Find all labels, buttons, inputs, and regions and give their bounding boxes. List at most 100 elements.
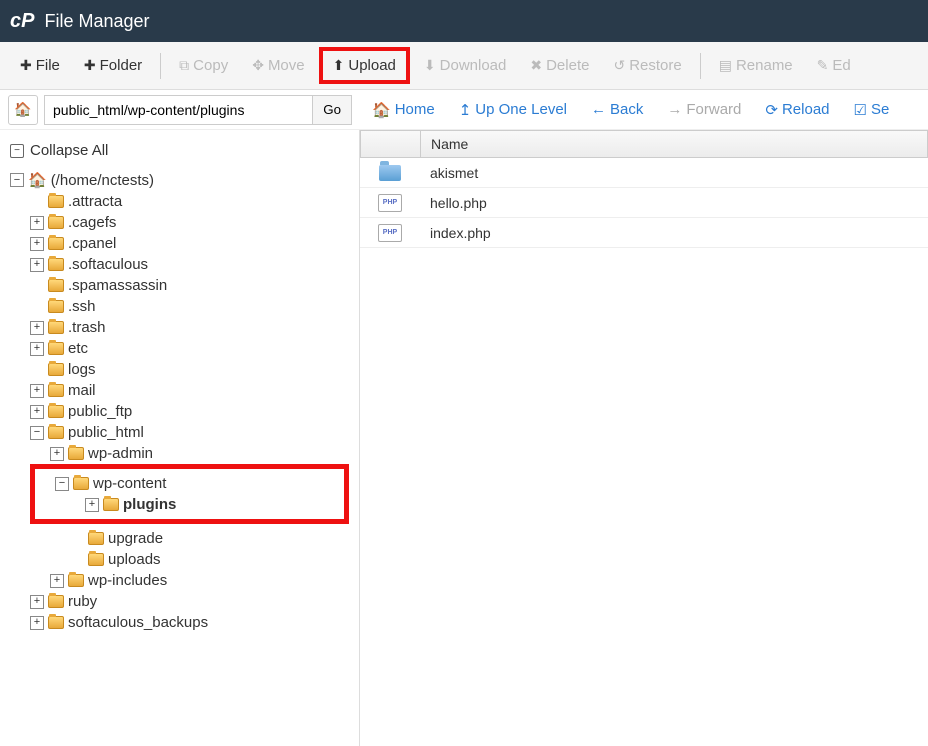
copy-icon: ⧉ [179,57,189,74]
delete-icon: ✖ [530,57,542,74]
tree-node-etc[interactable]: +etc [10,338,359,359]
tree-label: .cpanel [68,235,116,252]
expander-icon[interactable]: + [30,384,44,398]
tree-label: wp-admin [88,445,153,462]
go-button[interactable]: Go [313,95,352,125]
file-label: File [36,57,60,74]
tree-label: mail [68,382,96,399]
folder-icon [360,165,420,181]
tree-label: .cagefs [68,214,116,231]
tree-node-wpcontent[interactable]: − wp-content [35,473,344,494]
expander-icon[interactable]: + [30,405,44,419]
expander-icon[interactable]: + [30,237,44,251]
expander-icon[interactable]: + [30,595,44,609]
file-button[interactable]: ✚File [10,51,70,80]
cpanel-logo: cP [10,10,34,33]
expander-icon[interactable]: − [55,477,69,491]
tree-label: logs [68,361,96,378]
file-row[interactable]: akismet [360,158,928,188]
download-button[interactable]: ⬇Download [414,51,516,80]
nav-home-label: Home [395,101,435,118]
move-button[interactable]: ✥Move [242,51,314,80]
expander-icon[interactable]: − [10,173,24,187]
expander-icon[interactable]: + [30,258,44,272]
collapse-all-button[interactable]: −Collapse All [10,138,359,169]
folder-icon [48,384,64,397]
tree-label: wp-content [93,475,166,492]
copy-button[interactable]: ⧉Copy [169,51,238,80]
php-file-icon: PHP [360,194,420,212]
file-row[interactable]: PHPhello.php [360,188,928,218]
plus-icon: ✚ [84,57,96,74]
collapse-icon: − [10,144,24,158]
home-button[interactable]: 🏠 [8,95,38,125]
folder-icon [48,405,64,418]
nav-select-button[interactable]: ☑Se [846,95,898,125]
tree-node-ssh[interactable]: .ssh [10,296,359,317]
tree-node-softaculous[interactable]: + .softaculous [10,254,359,275]
tree-node-upgrade[interactable]: upgrade [10,528,359,549]
tree-node-wpadmin[interactable]: + wp-admin [10,443,359,464]
nav-forward-button[interactable]: →Forward [659,95,749,124]
tree-node-attracta[interactable]: .attracta [10,191,359,212]
folder-button[interactable]: ✚Folder [74,51,152,80]
rename-button[interactable]: ▤Rename [709,51,803,80]
expander-icon[interactable]: + [50,447,64,461]
folder-icon [48,237,64,250]
tree-label: .softaculous [68,256,148,273]
app-title: File Manager [44,11,149,32]
main: −Collapse All −🏠(/home/nctests) .attract… [0,130,928,746]
file-list: akismetPHPhello.phpPHPindex.php [360,158,928,248]
tree-label: public_html [68,424,144,441]
tree-node-uploads[interactable]: uploads [10,549,359,570]
tree-node-cagefs[interactable]: + .cagefs [10,212,359,233]
folder-icon [103,498,119,511]
content-pane: Name akismetPHPhello.phpPHPindex.php [360,130,928,746]
tree-node-cpanel[interactable]: + .cpanel [10,233,359,254]
file-row[interactable]: PHPindex.php [360,218,928,248]
tree-node-wpincludes[interactable]: + wp-includes [10,570,359,591]
tree-node-spamassassin[interactable]: .spamassassin [10,275,359,296]
nav-up-button[interactable]: ↥Up One Level [451,95,575,125]
expander-icon[interactable]: + [50,574,64,588]
restore-icon: ↺ [613,57,625,74]
tree-label: upgrade [108,530,163,547]
folder-icon [48,363,64,376]
tree-label: .attracta [68,193,122,210]
rename-label: Rename [736,57,793,74]
tree-label: ruby [68,593,97,610]
delete-button[interactable]: ✖Delete [520,51,599,80]
nav-back-label: Back [610,101,643,118]
expander-icon[interactable]: + [30,216,44,230]
file-name: index.php [420,225,491,241]
expander-icon[interactable]: + [30,616,44,630]
col-name-header[interactable]: Name [421,136,468,152]
restore-button[interactable]: ↺Restore [603,51,691,80]
tree-label: wp-includes [88,572,167,589]
nav-back-button[interactable]: ←Back [583,95,651,124]
col-icon-header[interactable] [361,131,421,157]
tree-node-ruby[interactable]: + ruby [10,591,359,612]
tree-node-mail[interactable]: + mail [10,380,359,401]
separator [700,53,701,79]
tree-node-publicftp[interactable]: +public_ftp [10,401,359,422]
folder-label: Folder [100,57,143,74]
nav-home-button[interactable]: 🏠Home [364,95,443,125]
edit-button[interactable]: ✎Ed [807,51,861,80]
tree-node-softaculousbackups[interactable]: +softaculous_backups [10,612,359,633]
path-input[interactable] [44,95,313,125]
upload-label: Upload [348,57,396,74]
expander-icon[interactable]: + [30,321,44,335]
tree-node-publichtml[interactable]: − public_html [10,422,359,443]
expander-icon[interactable]: + [85,498,99,512]
expander-icon[interactable]: + [30,342,44,356]
nav-reload-button[interactable]: ⟳Reload [757,95,837,125]
tree-node-logs[interactable]: logs [10,359,359,380]
tree-root[interactable]: −🏠(/home/nctests) [10,169,359,191]
upload-button[interactable]: ⬆Upload [319,47,410,84]
edit-label: Ed [832,57,850,74]
tree-root-label: (/home/nctests) [51,172,154,189]
expander-icon[interactable]: − [30,426,44,440]
tree-node-trash[interactable]: +.trash [10,317,359,338]
tree-node-plugins[interactable]: +plugins [35,494,344,515]
